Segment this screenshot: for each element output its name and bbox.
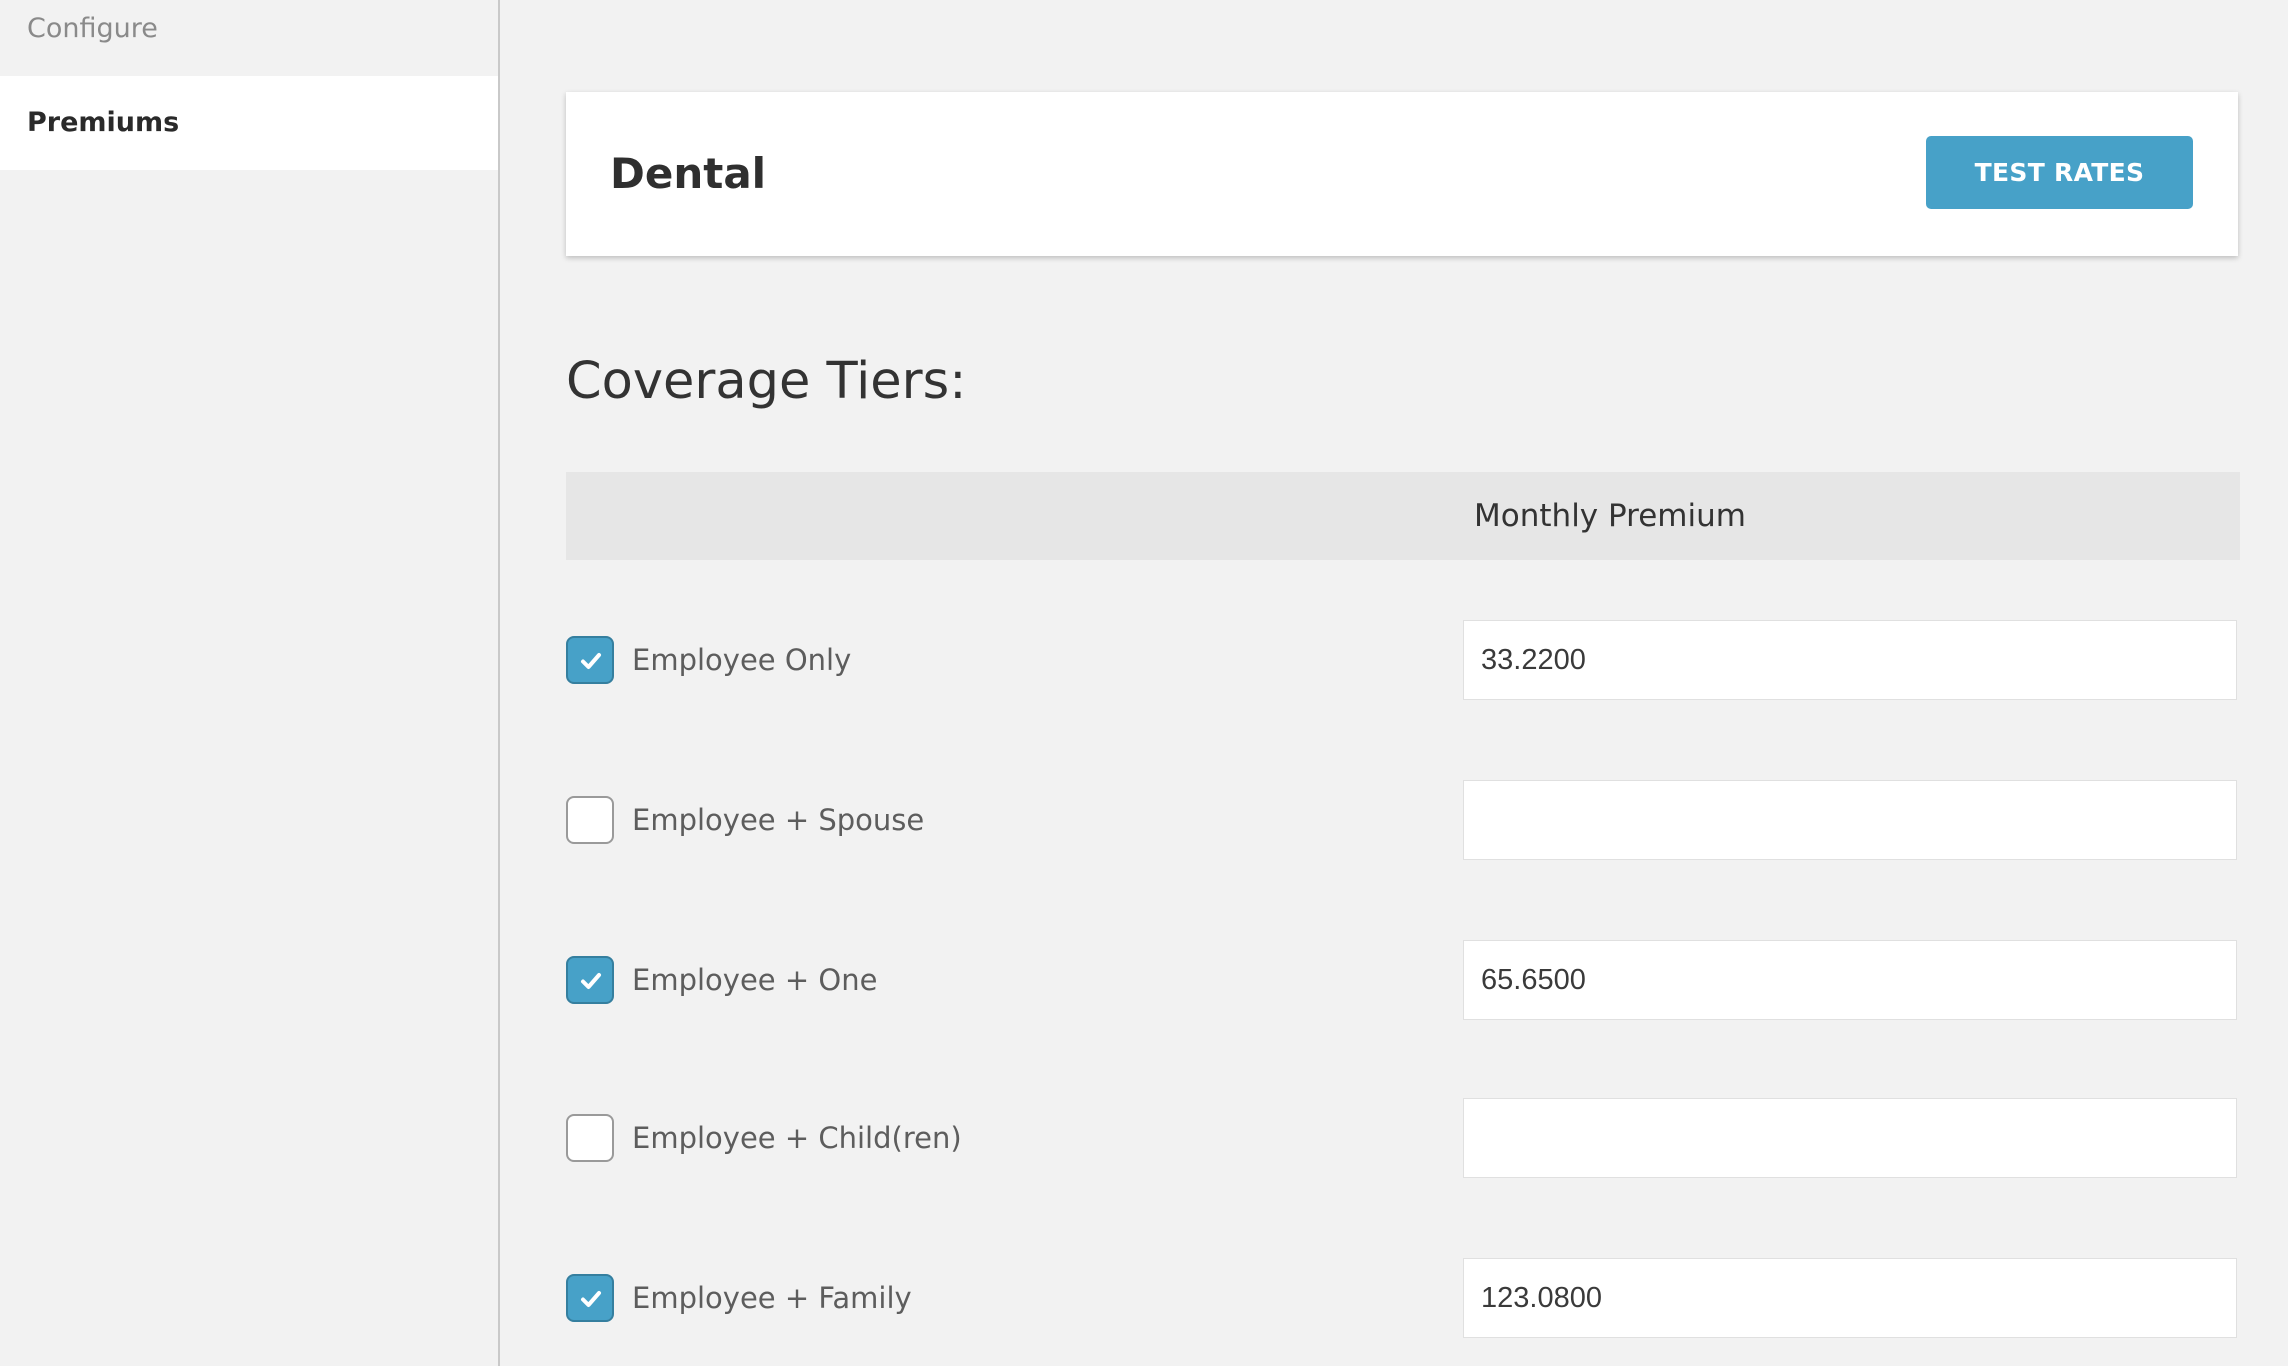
check-icon [581, 653, 601, 669]
employee-only-checkbox[interactable] [566, 636, 614, 684]
check-icon [581, 1291, 601, 1307]
check-icon [581, 973, 601, 989]
coverage-table-header: Monthly Premium [566, 472, 2240, 560]
employee-spouse-label: Employee + Spouse [632, 803, 925, 837]
employee-spouse-checkbox[interactable] [566, 796, 614, 844]
employee-children-premium-input[interactable] [1463, 1098, 2237, 1178]
employee-family-premium-input[interactable] [1463, 1258, 2237, 1338]
employee-one-label: Employee + One [632, 963, 878, 997]
coverage-tier-employee-one: Employee + One [566, 940, 2240, 1020]
coverage-tier-employee-spouse: Employee + Spouse [566, 780, 2240, 860]
employee-only-premium-input[interactable] [1463, 620, 2237, 700]
coverage-tiers-title: Coverage Tiers: [566, 352, 967, 411]
sidebar-item-configure[interactable]: Configure [0, 0, 498, 58]
plan-header-card: Dental TEST RATES [566, 92, 2238, 256]
coverage-tier-employee-only: Employee Only [566, 620, 2240, 700]
coverage-tier-employee-family: Employee + Family [566, 1258, 2240, 1338]
employee-children-checkbox[interactable] [566, 1114, 614, 1162]
monthly-premium-column-header: Monthly Premium [1474, 498, 1746, 534]
employee-family-label: Employee + Family [632, 1281, 912, 1315]
employee-one-premium-input[interactable] [1463, 940, 2237, 1020]
employee-spouse-premium-input[interactable] [1463, 780, 2237, 860]
test-rates-button[interactable]: TEST RATES [1926, 136, 2193, 209]
employee-children-label: Employee + Child(ren) [632, 1121, 962, 1155]
employee-family-checkbox[interactable] [566, 1274, 614, 1322]
employee-only-label: Employee Only [632, 643, 852, 677]
employee-one-checkbox[interactable] [566, 956, 614, 1004]
sidebar: Configure Premiums [0, 0, 500, 1366]
coverage-tier-employee-children: Employee + Child(ren) [566, 1098, 2240, 1178]
page-title: Dental [610, 149, 767, 198]
sidebar-item-premiums[interactable]: Premiums [0, 76, 498, 170]
main-content: Dental TEST RATES Coverage Tiers: Monthl… [500, 0, 2288, 1366]
